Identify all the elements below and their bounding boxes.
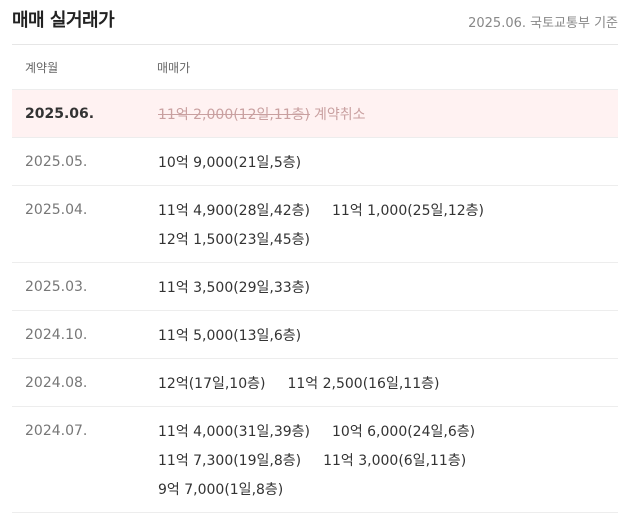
cancelled-deal-price: 11억 2,000(12일,11층)	[158, 107, 310, 123]
deal-list: 11억 4,000(31일,39층) 10억 6,000(24일,6층) 11억 7…	[158, 407, 618, 508]
deal-price: 11억 4,900(28일,42층)	[158, 203, 310, 219]
deal-line: 11억 2,000(12일,11층) 계약취소	[158, 104, 618, 133]
contract-month: 2025.03.	[25, 279, 88, 295]
deal-line: 11억 4,900(28일,42층) 11억 1,000(25일,12층)	[158, 200, 618, 229]
deal-price: 11억 4,000(31일,39층)	[158, 424, 310, 440]
cancel-badge: 계약취소	[314, 107, 366, 123]
deal-list: 11억 3,500(29일,33층)	[158, 263, 618, 306]
deal-price: 11억 7,300(19일,8층)	[158, 453, 302, 469]
deal-line: 11억 4,000(31일,39층) 10억 6,000(24일,6층)	[158, 421, 618, 450]
deal-price: 11억 2,500(16일,11층)	[287, 376, 440, 392]
contract-month: 2024.07.	[25, 423, 88, 439]
column-header-price: 매매가	[157, 61, 191, 75]
table-row: 2025.04. 11억 4,900(28일,42층) 11억 1,000(25일,…	[12, 186, 618, 263]
deal-list: 11억 4,900(28일,42층) 11억 1,000(25일,12층) 12억 …	[158, 186, 618, 258]
deal-line: 12억 1,500(23일,45층)	[158, 229, 618, 258]
contract-month: 2025.04.	[25, 202, 88, 218]
deal-price: 10억 6,000(24일,6층)	[332, 424, 476, 440]
trade-price-panel: 매매 실거래가 2025.06. 국토교통부 기준 계약월 매매가 2025.0…	[0, 0, 634, 520]
trade-table: 계약월 매매가 2025.06. 11억 2,000(12일,11층) 계약취소 20…	[12, 44, 618, 513]
deal-price: 12억(17일,10층)	[158, 376, 266, 392]
table-body: 2025.06. 11억 2,000(12일,11층) 계약취소 2025.05. 10…	[12, 90, 618, 513]
column-header-month: 계약월	[25, 61, 59, 75]
table-row: 2024.10. 11억 5,000(13일,6층)	[12, 311, 618, 359]
deal-price: 11억 3,000(6일,11층)	[323, 453, 467, 469]
deal-list: 11억 2,000(12일,11층) 계약취소	[158, 90, 618, 133]
contract-month: 2024.10.	[25, 327, 88, 343]
page-title: 매매 실거래가	[12, 10, 115, 31]
deal-price: 12억 1,500(23일,45층)	[158, 232, 310, 248]
deal-price: 11억 3,500(29일,33층)	[158, 280, 310, 296]
contract-month: 2025.05.	[25, 154, 88, 170]
table-row: 2025.03. 11억 3,500(29일,33층)	[12, 263, 618, 311]
deal-price: 10억 9,000(21일,5층)	[158, 155, 302, 171]
table-row: 2024.08. 12억(17일,10층) 11억 2,500(16일,11층)	[12, 359, 618, 407]
table-header: 계약월 매매가	[12, 45, 618, 90]
table-row: 2025.05. 10억 9,000(21일,5층)	[12, 138, 618, 186]
deal-line: 12억(17일,10층) 11억 2,500(16일,11층)	[158, 373, 618, 402]
deal-line: 11억 7,300(19일,8층) 11억 3,000(6일,11층)	[158, 450, 618, 479]
deal-line: 9억 7,000(1일,8층)	[158, 479, 618, 508]
panel-header: 매매 실거래가 2025.06. 국토교통부 기준	[12, 0, 618, 44]
deal-line: 11억 5,000(13일,6층)	[158, 325, 618, 354]
contract-month: 2024.08.	[25, 375, 88, 391]
contract-month: 2025.06.	[25, 106, 95, 122]
deal-price: 9억 7,000(1일,8층)	[158, 482, 284, 498]
deal-price: 11억 5,000(13일,6층)	[158, 328, 302, 344]
deal-list: 10억 9,000(21일,5층)	[158, 138, 618, 181]
deal-line: 10억 9,000(21일,5층)	[158, 152, 618, 181]
table-row: 2024.07. 11억 4,000(31일,39층) 10억 6,000(24일,…	[12, 407, 618, 513]
deal-line: 11억 3,500(29일,33층)	[158, 277, 618, 306]
table-row: 2025.06. 11억 2,000(12일,11층) 계약취소	[12, 90, 618, 138]
deal-price: 11억 1,000(25일,12층)	[332, 203, 484, 219]
deal-list: 12억(17일,10층) 11억 2,500(16일,11층)	[158, 359, 618, 402]
deal-list: 11억 5,000(13일,6층)	[158, 311, 618, 354]
data-source-label: 2025.06. 국토교통부 기준	[468, 16, 618, 31]
